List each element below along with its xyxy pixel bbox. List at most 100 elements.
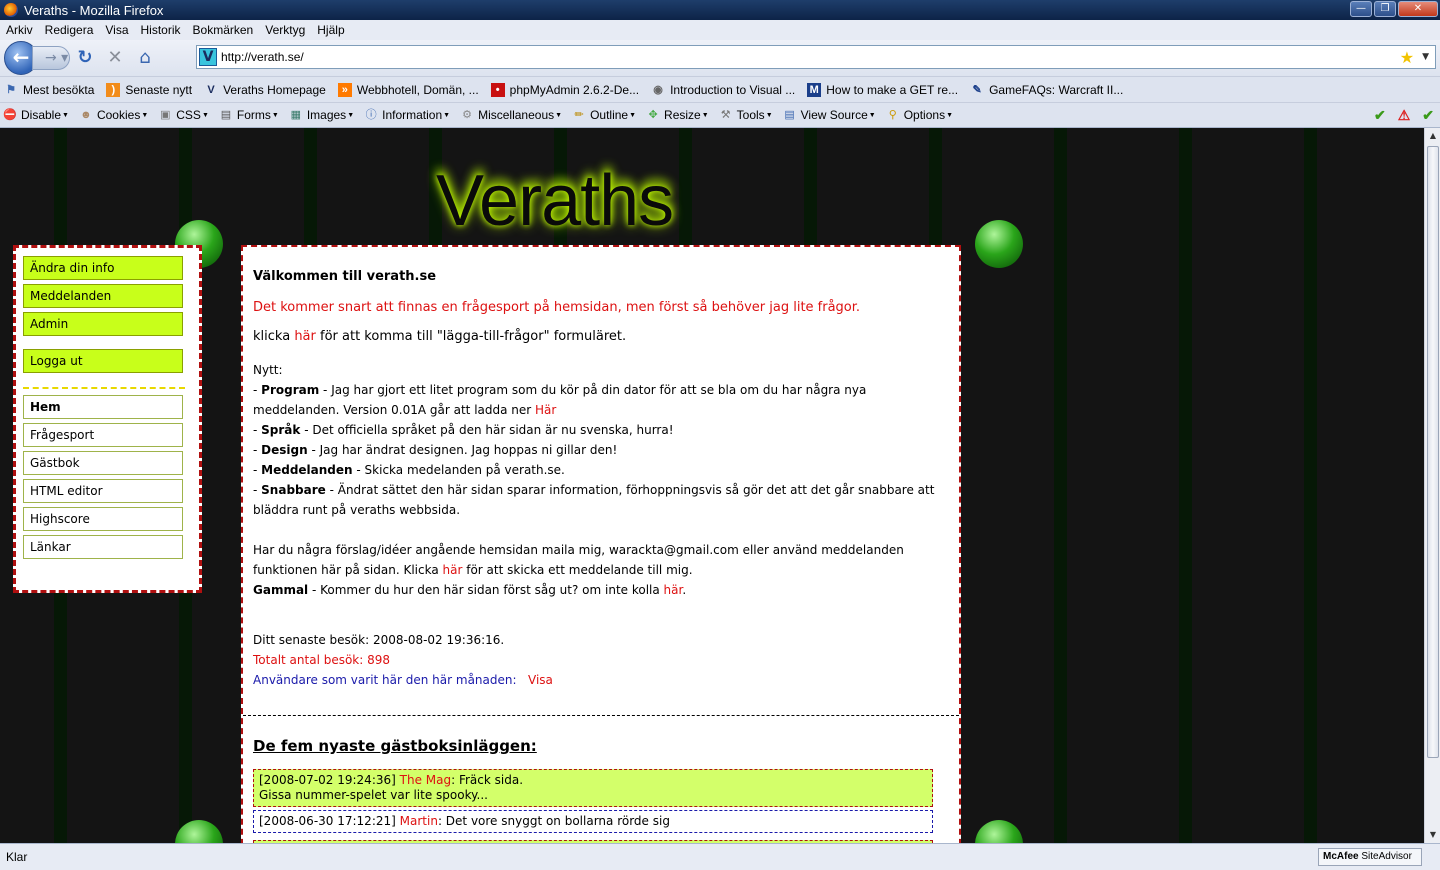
maximize-button[interactable]: ❐: [1374, 1, 1396, 17]
reload-icon[interactable]: ↻: [70, 43, 100, 73]
status-text: Klar: [6, 850, 28, 864]
menu-redigera[interactable]: Redigera: [39, 23, 100, 37]
add-questions-link[interactable]: här: [294, 329, 316, 344]
sidebar-item-admin[interactable]: Admin: [23, 312, 183, 336]
menu-bokmarken[interactable]: Bokmärken: [187, 23, 260, 37]
close-button[interactable]: ✕: [1398, 1, 1438, 17]
news-item-gammal: Gammal - Kommer du hur den här sidan för…: [253, 583, 687, 597]
guestbook-entry: [2008-07-02 19:24:36] The Mag: Fräck sid…: [253, 769, 933, 807]
dev-resize-menu[interactable]: ✥ Resize ▼: [643, 108, 708, 122]
options-icon: ⚲: [888, 109, 897, 121]
bookmark-item[interactable]: • phpMyAdmin 2.6.2-De...: [487, 82, 639, 97]
menu-bar: Arkiv Redigera Visa Historik Bokmärken V…: [0, 20, 1440, 40]
error-icon[interactable]: ⚠: [1398, 107, 1411, 124]
dev-tools-menu[interactable]: ⚒ Tools ▼: [716, 108, 773, 122]
star-icon[interactable]: ★: [1400, 48, 1414, 67]
bookmark-item[interactable]: ◉ Introduction to Visual ...: [647, 83, 795, 97]
sidebar-item-html-editor[interactable]: HTML editor: [23, 479, 183, 503]
status-bar: Klar McAfee SiteAdvisor: [0, 843, 1440, 870]
firefox-icon: [4, 3, 18, 17]
url-dropdown-icon[interactable]: ▼: [1422, 52, 1429, 62]
bookmark-item[interactable]: M How to make a GET re...: [803, 82, 958, 97]
menu-arkiv[interactable]: Arkiv: [0, 23, 39, 37]
bookmark-item[interactable]: ⚑ Mest besökta: [0, 83, 94, 97]
dev-css-menu[interactable]: ▣ CSS ▼: [155, 108, 209, 122]
news-item-design: - Design - Jag har ändrat designen. Jag …: [253, 443, 618, 457]
bookmarks-toolbar: ⚑ Mest besökta ) Senaste nytt V Veraths Hom…: [0, 76, 1440, 102]
scroll-down-icon[interactable]: ▼: [1425, 827, 1440, 843]
bookmark-item[interactable]: V Veraths Homepage: [200, 83, 325, 97]
images-icon: ▦: [290, 109, 302, 121]
view-source-icon: ▤: [784, 109, 795, 121]
stop-icon[interactable]: ✕: [100, 43, 130, 73]
site-logo: Veraths: [436, 161, 674, 241]
main-content: Välkommen till verath.se Det kommer snar…: [241, 245, 961, 843]
dev-cookies-menu[interactable]: ☻ Cookies ▼: [76, 108, 148, 122]
last-visit: Ditt senaste besök: 2008-08-02 19:36:16.: [253, 633, 505, 647]
window-title: Veraths - Mozilla Firefox: [24, 2, 164, 18]
sidebar-item-hem[interactable]: Hem: [23, 395, 183, 419]
guestbook-author-link[interactable]: The Mag: [400, 773, 451, 787]
url-bar[interactable]: V http://verath.se/ ★ ▼: [196, 45, 1436, 69]
send-message-link[interactable]: här: [443, 563, 463, 577]
siteadvisor-button[interactable]: McAfee SiteAdvisor: [1318, 848, 1422, 866]
valid-icon[interactable]: ✔: [1422, 107, 1434, 124]
visit-stats: Ditt senaste besök: 2008-08-02 19:36:16.…: [253, 630, 949, 690]
home-icon[interactable]: ⌂: [130, 43, 160, 73]
minimize-button[interactable]: —: [1350, 1, 1372, 17]
sidebar-item-highscore[interactable]: Highscore: [23, 507, 183, 531]
total-visits: Totalt antal besök: 898: [253, 653, 391, 667]
disable-icon: ⛔: [3, 109, 17, 121]
old-site-link[interactable]: här: [664, 583, 683, 597]
dev-disable-menu[interactable]: ⛔ Disable ▼: [0, 108, 69, 122]
menu-divider: [23, 387, 185, 389]
cookies-icon: ☻: [80, 109, 92, 121]
guestbook-heading: De fem nyaste gästboksinläggen:: [253, 737, 537, 755]
bookmark-item[interactable]: » Webbhotell, Domän, ...: [334, 82, 479, 97]
vertical-scrollbar[interactable]: ▲ ▼: [1424, 128, 1440, 843]
menu-hjalp[interactable]: Hjälp: [311, 23, 350, 37]
download-link[interactable]: Här: [535, 403, 556, 417]
sidebar-item-andra-info[interactable]: Ändra din info: [23, 256, 183, 280]
menu-historik[interactable]: Historik: [135, 23, 187, 37]
phpmyadmin-icon: •: [490, 82, 505, 97]
dev-information-menu[interactable]: ⓘ Information ▼: [361, 108, 450, 122]
logout-button[interactable]: Logga ut: [23, 349, 183, 373]
dev-forms-menu[interactable]: ▤ Forms ▼: [216, 108, 279, 122]
v-logo-icon: V: [207, 83, 215, 96]
dev-misc-menu[interactable]: ⚙ Miscellaneous ▼: [457, 108, 562, 122]
forms-icon: ▤: [220, 109, 232, 121]
css-icon: ▣: [160, 109, 171, 121]
dev-outline-menu[interactable]: ✏ Outline ▼: [569, 108, 636, 122]
resize-icon: ✥: [648, 109, 658, 121]
dev-options-menu[interactable]: ⚲ Options ▼: [883, 108, 953, 122]
bookmark-item[interactable]: ✎ GameFAQs: Warcraft II...: [966, 83, 1123, 97]
news-item-meddelanden: - Meddelanden - Skicka medelanden på ver…: [253, 463, 565, 477]
outline-icon: ✏: [574, 109, 584, 121]
sidebar-item-gastbok[interactable]: Gästbok: [23, 451, 183, 475]
bookmark-item[interactable]: ) Senaste nytt: [102, 82, 192, 97]
dev-view-source-menu[interactable]: ▤ View Source ▼: [780, 108, 875, 122]
sidebar-item-meddelanden[interactable]: Meddelanden: [23, 284, 183, 308]
sidebar-item-lankar[interactable]: Länkar: [23, 535, 183, 559]
menu-verktyg[interactable]: Verktyg: [259, 23, 311, 37]
url-input[interactable]: http://verath.se/: [221, 50, 1400, 64]
news-item-snabbare: - Snabbare - Ändrat sättet den här sidan…: [253, 483, 935, 517]
dev-images-menu[interactable]: ▦ Images ▼: [286, 108, 355, 122]
scroll-up-icon[interactable]: ▲: [1425, 128, 1440, 144]
forward-button[interactable]: → ▾: [32, 46, 70, 70]
misc-icon: ⚙: [462, 109, 473, 121]
scroll-thumb[interactable]: [1427, 146, 1439, 758]
menu-visa[interactable]: Visa: [99, 23, 134, 37]
checkmark-icon[interactable]: ✔: [1374, 107, 1386, 124]
m-logo-icon: M: [807, 82, 822, 97]
site-favicon-icon: V: [199, 48, 217, 66]
show-users-link[interactable]: Visa: [528, 673, 553, 687]
green-ball-decoration: [975, 220, 1023, 268]
add-questions-text: klicka här för att komma till "lägga-til…: [253, 329, 627, 344]
guestbook-author-link[interactable]: Martin: [400, 814, 438, 828]
news-item-program: - Program - Jag har gjort ett litet prog…: [253, 383, 867, 417]
sidebar-item-fragesport[interactable]: Frågesport: [23, 423, 183, 447]
sidebar-menu: Ändra din info Meddelanden Admin Logga u…: [13, 245, 202, 593]
contact-text: Har du några förslag/idéer angående hems…: [253, 543, 904, 577]
